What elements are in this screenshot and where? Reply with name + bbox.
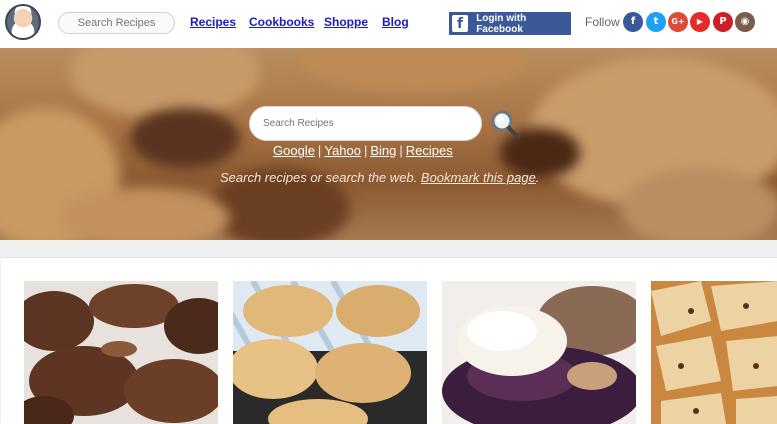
facebook-icon: f xyxy=(452,15,469,32)
nav-recipes[interactable]: Recipes xyxy=(190,15,236,29)
google-plus-icon[interactable]: G+ xyxy=(668,12,688,32)
engine-google-link[interactable]: Google xyxy=(273,143,315,158)
youtube-icon[interactable]: ▶ xyxy=(690,12,710,32)
hero-tagline: Search recipes or search the web. Bookma… xyxy=(220,170,539,185)
hero-banner: Google|Yahoo|Bing|Recipes Search recipes… xyxy=(0,48,777,240)
header-search-input[interactable] xyxy=(58,12,175,34)
site-logo[interactable] xyxy=(5,4,41,40)
recipe-card-oatmeal-cookies[interactable] xyxy=(233,281,427,424)
tagline-end: . xyxy=(535,170,540,185)
engine-yahoo-link[interactable]: Yahoo xyxy=(324,143,361,158)
recipe-grid-section xyxy=(0,240,777,424)
search-engine-links: Google | Yahoo | Bing | Recipes xyxy=(273,143,453,158)
recipe-card-blueberry-cobbler[interactable] xyxy=(442,281,636,424)
magnifier-search-button[interactable] xyxy=(489,108,521,140)
recipe-card-no-bake-cookies[interactable] xyxy=(24,281,218,424)
facebook-login-button[interactable]: f Login with Facebook xyxy=(449,12,571,35)
site-header: Recipes Cookbooks Shoppe Blog f Login wi… xyxy=(0,0,777,48)
nav-shoppe[interactable]: Shoppe xyxy=(324,15,368,29)
pinterest-icon[interactable]: P xyxy=(713,12,733,32)
recipe-card-area xyxy=(1,257,777,424)
facebook-login-label: Login with Facebook xyxy=(476,12,527,35)
engine-bing-link[interactable]: Bing xyxy=(370,143,396,158)
facebook-icon[interactable]: f xyxy=(623,12,643,32)
follow-label: Follow xyxy=(585,15,620,29)
tagline-text: Search recipes or search the web. xyxy=(220,170,418,185)
bookmark-link[interactable]: Bookmark this page xyxy=(421,170,536,185)
engine-recipes-link[interactable]: Recipes xyxy=(406,143,453,158)
nav-blog[interactable]: Blog xyxy=(382,15,409,29)
recipe-card-pie-bars[interactable] xyxy=(651,281,777,424)
hero-search-input[interactable] xyxy=(249,106,482,141)
twitter-icon[interactable]: t xyxy=(646,12,666,32)
instagram-icon[interactable]: ◉ xyxy=(735,12,755,32)
nav-cookbooks[interactable]: Cookbooks xyxy=(249,15,314,29)
